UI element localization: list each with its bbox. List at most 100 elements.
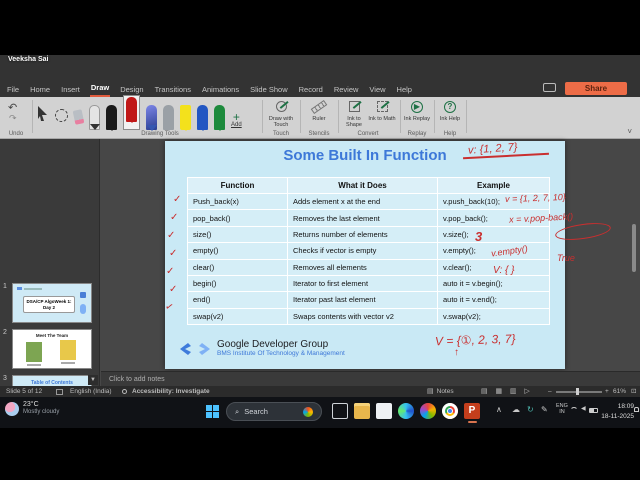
tab-view[interactable]: View xyxy=(368,82,386,97)
ink-up-arrow: ↑ xyxy=(454,347,459,358)
thumbnail-slide-2[interactable]: Meet The Team xyxy=(12,329,92,369)
thumbnail-slide-3[interactable]: Table of Contents xyxy=(12,375,92,386)
cell: Removes the last element xyxy=(287,209,438,227)
cell: Push_back(x) xyxy=(187,192,288,211)
eraser-icon[interactable] xyxy=(72,109,85,125)
mini-photo xyxy=(60,340,76,360)
ruler-button[interactable]: Ruler xyxy=(302,99,336,122)
weather-widget[interactable]: 23°C Mostly cloudy xyxy=(5,401,59,416)
view-buttons: ▤ ▦ ▥ ▷ xyxy=(478,386,533,397)
powerpoint-taskbar-icon[interactable]: P xyxy=(464,403,480,419)
pen-tray-icon[interactable]: ✎ xyxy=(541,405,548,414)
reading-view-icon[interactable]: ▥ xyxy=(510,386,517,397)
language-indicator[interactable]: ENG IN xyxy=(556,403,568,415)
ink-replay-button[interactable]: ▶ Ink Replay xyxy=(402,99,432,122)
tab-animations[interactable]: Animations xyxy=(201,82,240,97)
speaker-icon[interactable]: ◀ xyxy=(581,405,586,412)
file-explorer-icon[interactable] xyxy=(354,403,370,419)
zoom-slider-track[interactable] xyxy=(556,391,602,393)
tab-insert[interactable]: Insert xyxy=(60,82,81,97)
tab-record[interactable]: Record xyxy=(298,82,324,97)
clock[interactable]: 18:09 18-11-2025 xyxy=(596,402,634,422)
wifi-icon[interactable] xyxy=(570,407,578,415)
onedrive-cloud-icon[interactable]: ☁ xyxy=(512,405,520,414)
accessibility-status[interactable]: Accessibility: Investigate xyxy=(132,386,210,397)
fit-to-window-icon[interactable]: ⊡ xyxy=(631,386,636,397)
pen-blue-icon[interactable] xyxy=(197,105,208,130)
pen-green-icon[interactable] xyxy=(214,105,225,130)
status-bar: Slide 5 of 12 English (India) Accessibil… xyxy=(0,386,640,397)
notes-toggle-button[interactable]: ▤ Notes xyxy=(424,386,454,397)
table-row: swap(v2) Swaps contents with vector v2 v… xyxy=(187,307,550,326)
pen-red-selected[interactable] xyxy=(123,95,140,130)
notification-bell-icon[interactable] xyxy=(634,407,639,412)
tab-help[interactable]: Help xyxy=(396,82,413,97)
ink-help-button[interactable]: ? Ink Help xyxy=(436,99,464,122)
tab-slideshow[interactable]: Slide Show xyxy=(249,82,289,97)
ink-to-math-button[interactable]: Ink to Math xyxy=(368,99,396,122)
edge-icon[interactable] xyxy=(398,403,414,419)
ribbon-redo-icon[interactable]: ↷ xyxy=(9,113,17,124)
slide-thumbnail-panel[interactable]: 1 DSA/CP AlgoWeek 1: Day 2 2 Meet The Te… xyxy=(0,139,100,386)
zoom-in-button[interactable]: + xyxy=(605,386,609,397)
editor-scrollbar[interactable] xyxy=(632,224,636,272)
chrome-icon[interactable] xyxy=(442,403,458,419)
tab-draw[interactable]: Draw xyxy=(89,80,111,97)
collapse-ribbon-icon[interactable]: ˅ xyxy=(627,127,632,136)
ink-to-shape-button[interactable]: Ink to Shape xyxy=(340,99,368,128)
tab-file[interactable]: File xyxy=(6,82,20,97)
cell: empty() xyxy=(187,242,288,260)
ink-help-icon: ? xyxy=(436,99,464,114)
workspace: 1 DSA/CP AlgoWeek 1: Day 2 2 Meet The Te… xyxy=(0,139,640,386)
language-status[interactable]: English (India) xyxy=(70,386,112,397)
tab-transitions[interactable]: Transitions xyxy=(154,82,192,97)
select-cursor-icon[interactable] xyxy=(36,106,49,122)
notes-book-icon[interactable] xyxy=(56,388,63,395)
slide-sorter-icon[interactable]: ▦ xyxy=(495,386,502,397)
recorder-watermark: Veeksha Sai xyxy=(8,56,49,63)
notes-toggle-icon: ▤ xyxy=(427,388,434,395)
pen-gray-icon[interactable] xyxy=(163,105,174,130)
zoom-out-button[interactable]: – xyxy=(548,386,552,397)
slide-editor: Some Built In Function Function What it … xyxy=(101,139,640,386)
thumb-number: 1 xyxy=(3,283,7,290)
start-button[interactable] xyxy=(206,405,219,418)
zoom-slider-knob[interactable] xyxy=(576,388,579,395)
task-view-icon[interactable] xyxy=(332,403,348,419)
tab-home[interactable]: Home xyxy=(29,82,51,97)
cell: Returns number of elements xyxy=(287,225,438,244)
taskbar-search[interactable]: ⌕ Search xyxy=(226,402,322,421)
slideshow-view-icon[interactable]: ▷ xyxy=(524,386,529,397)
notes-toggle-label: Notes xyxy=(436,388,454,395)
pen-galaxy-icon[interactable] xyxy=(146,105,157,130)
notes-placeholder: Click to add notes xyxy=(109,376,165,383)
ink-circle xyxy=(554,220,612,243)
ribbon: ↶ ↷ Undo + Add Drawing Tools Draw with T… xyxy=(0,95,640,139)
slide-canvas[interactable]: Some Built In Function Function What it … xyxy=(164,141,612,369)
ink-pop-note: x = v.pop-back() xyxy=(508,211,574,225)
sync-icon[interactable]: ↻ xyxy=(527,405,534,414)
thumbnail-scroll-down-button[interactable]: ▼ xyxy=(88,375,98,385)
draw-with-touch-button[interactable]: Draw with Touch xyxy=(264,99,298,128)
notes-pane[interactable]: Click to add notes xyxy=(101,371,640,386)
add-pen-button[interactable]: + Add xyxy=(231,111,242,128)
comments-icon[interactable] xyxy=(543,83,556,92)
table-row: size() Returns number of elements v.size… xyxy=(187,225,550,244)
tab-review[interactable]: Review xyxy=(333,82,360,97)
ink-replay-icon: ▶ xyxy=(402,99,432,114)
cell: v.swap(v2); xyxy=(437,307,550,326)
thumbnail-slide-1[interactable]: DSA/CP AlgoWeek 1: Day 2 xyxy=(12,283,92,323)
add-label: Add xyxy=(231,122,242,128)
share-button[interactable]: Share xyxy=(565,82,627,95)
pen-silver-icon[interactable] xyxy=(89,105,100,130)
zoom-percent[interactable]: 61% xyxy=(613,386,626,397)
pen-black-icon[interactable] xyxy=(106,105,117,130)
ribbon-separator xyxy=(434,100,435,133)
photos-icon[interactable] xyxy=(420,403,436,419)
highlighter-yellow-icon[interactable] xyxy=(180,105,191,130)
tray-chevron-icon[interactable]: ∧ xyxy=(496,405,502,414)
normal-view-icon[interactable]: ▤ xyxy=(481,386,488,397)
store-icon[interactable] xyxy=(376,403,392,419)
lasso-select-icon[interactable] xyxy=(55,109,68,122)
cell: Checks if vector is empty xyxy=(287,242,438,260)
